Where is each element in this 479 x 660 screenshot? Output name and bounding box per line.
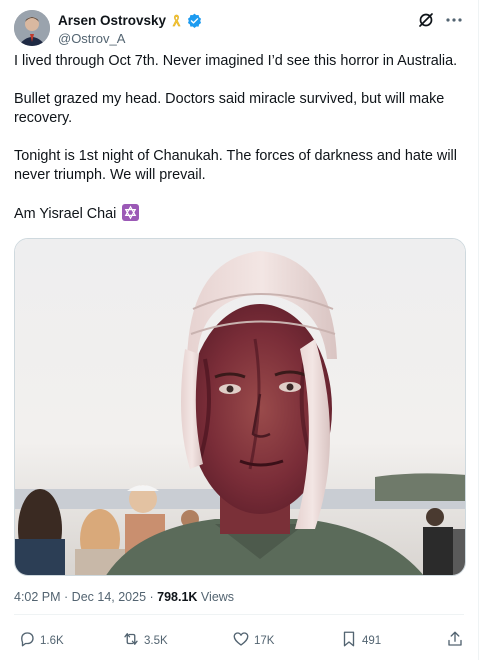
- like-button[interactable]: 17K: [232, 630, 274, 651]
- meta-separator-2: ·: [146, 590, 158, 604]
- avatar[interactable]: [14, 10, 50, 46]
- like-count: 17K: [254, 634, 275, 647]
- share-button[interactable]: [446, 630, 464, 651]
- share-icon: [446, 630, 464, 651]
- tweet-paragraph-2: Bullet grazed my head. Doctors said mira…: [14, 91, 445, 126]
- star-of-david-icon: [122, 204, 140, 221]
- tweet-paragraph-4-text: Am Yisrael Chai: [14, 206, 117, 222]
- views-count: 798.1K: [157, 590, 198, 604]
- divider: [14, 614, 464, 615]
- tweet-paragraph-4: Am Yisrael Chai: [14, 204, 466, 224]
- meta-separator: ·: [60, 590, 72, 604]
- reply-button[interactable]: 1.6K: [18, 630, 64, 651]
- tweet-text: I lived through Oct 7th. Never imagined …: [14, 52, 466, 243]
- tweet-paragraph-1: I lived through Oct 7th. Never imagined …: [14, 53, 458, 69]
- author-names: Arsen Ostrovsky @Ostrov_A: [58, 11, 202, 46]
- header-actions: [416, 10, 464, 30]
- tweet-actions: 1.6K 3.5K 17K 491: [14, 622, 464, 658]
- tweet-date[interactable]: Dec 14, 2025: [72, 590, 146, 604]
- tweet-meta: 4:02 PM · Dec 14, 2025 · 798.1K Views: [14, 590, 234, 604]
- repost-icon: [122, 630, 140, 651]
- tweet-header: Arsen Ostrovsky @Ostrov_A: [14, 8, 464, 48]
- grok-icon[interactable]: [416, 10, 436, 30]
- tweet: Arsen Ostrovsky @Ostrov_A I lived throug…: [0, 0, 479, 660]
- reply-icon: [18, 630, 36, 651]
- yellow-ribbon-icon: [169, 13, 184, 28]
- tweet-time[interactable]: 4:02 PM: [14, 590, 61, 604]
- views-label: Views: [197, 590, 235, 604]
- display-name[interactable]: Arsen Ostrovsky: [58, 13, 166, 28]
- bookmark-count: 491: [362, 634, 382, 647]
- tweet-paragraph-3: Tonight is 1st night of Chanukah. The fo…: [14, 148, 457, 183]
- author-handle[interactable]: @Ostrov_A: [58, 31, 202, 46]
- bookmark-icon: [340, 630, 358, 651]
- photo-illustration: [15, 239, 465, 575]
- more-icon[interactable]: [444, 10, 464, 30]
- bookmark-button[interactable]: 491: [340, 630, 381, 651]
- repost-button[interactable]: 3.5K: [122, 630, 168, 651]
- reply-count: 1.6K: [40, 634, 64, 647]
- verified-badge-icon[interactable]: [187, 13, 202, 28]
- heart-icon: [232, 630, 250, 651]
- tweet-photo[interactable]: [14, 238, 466, 576]
- repost-count: 3.5K: [144, 634, 168, 647]
